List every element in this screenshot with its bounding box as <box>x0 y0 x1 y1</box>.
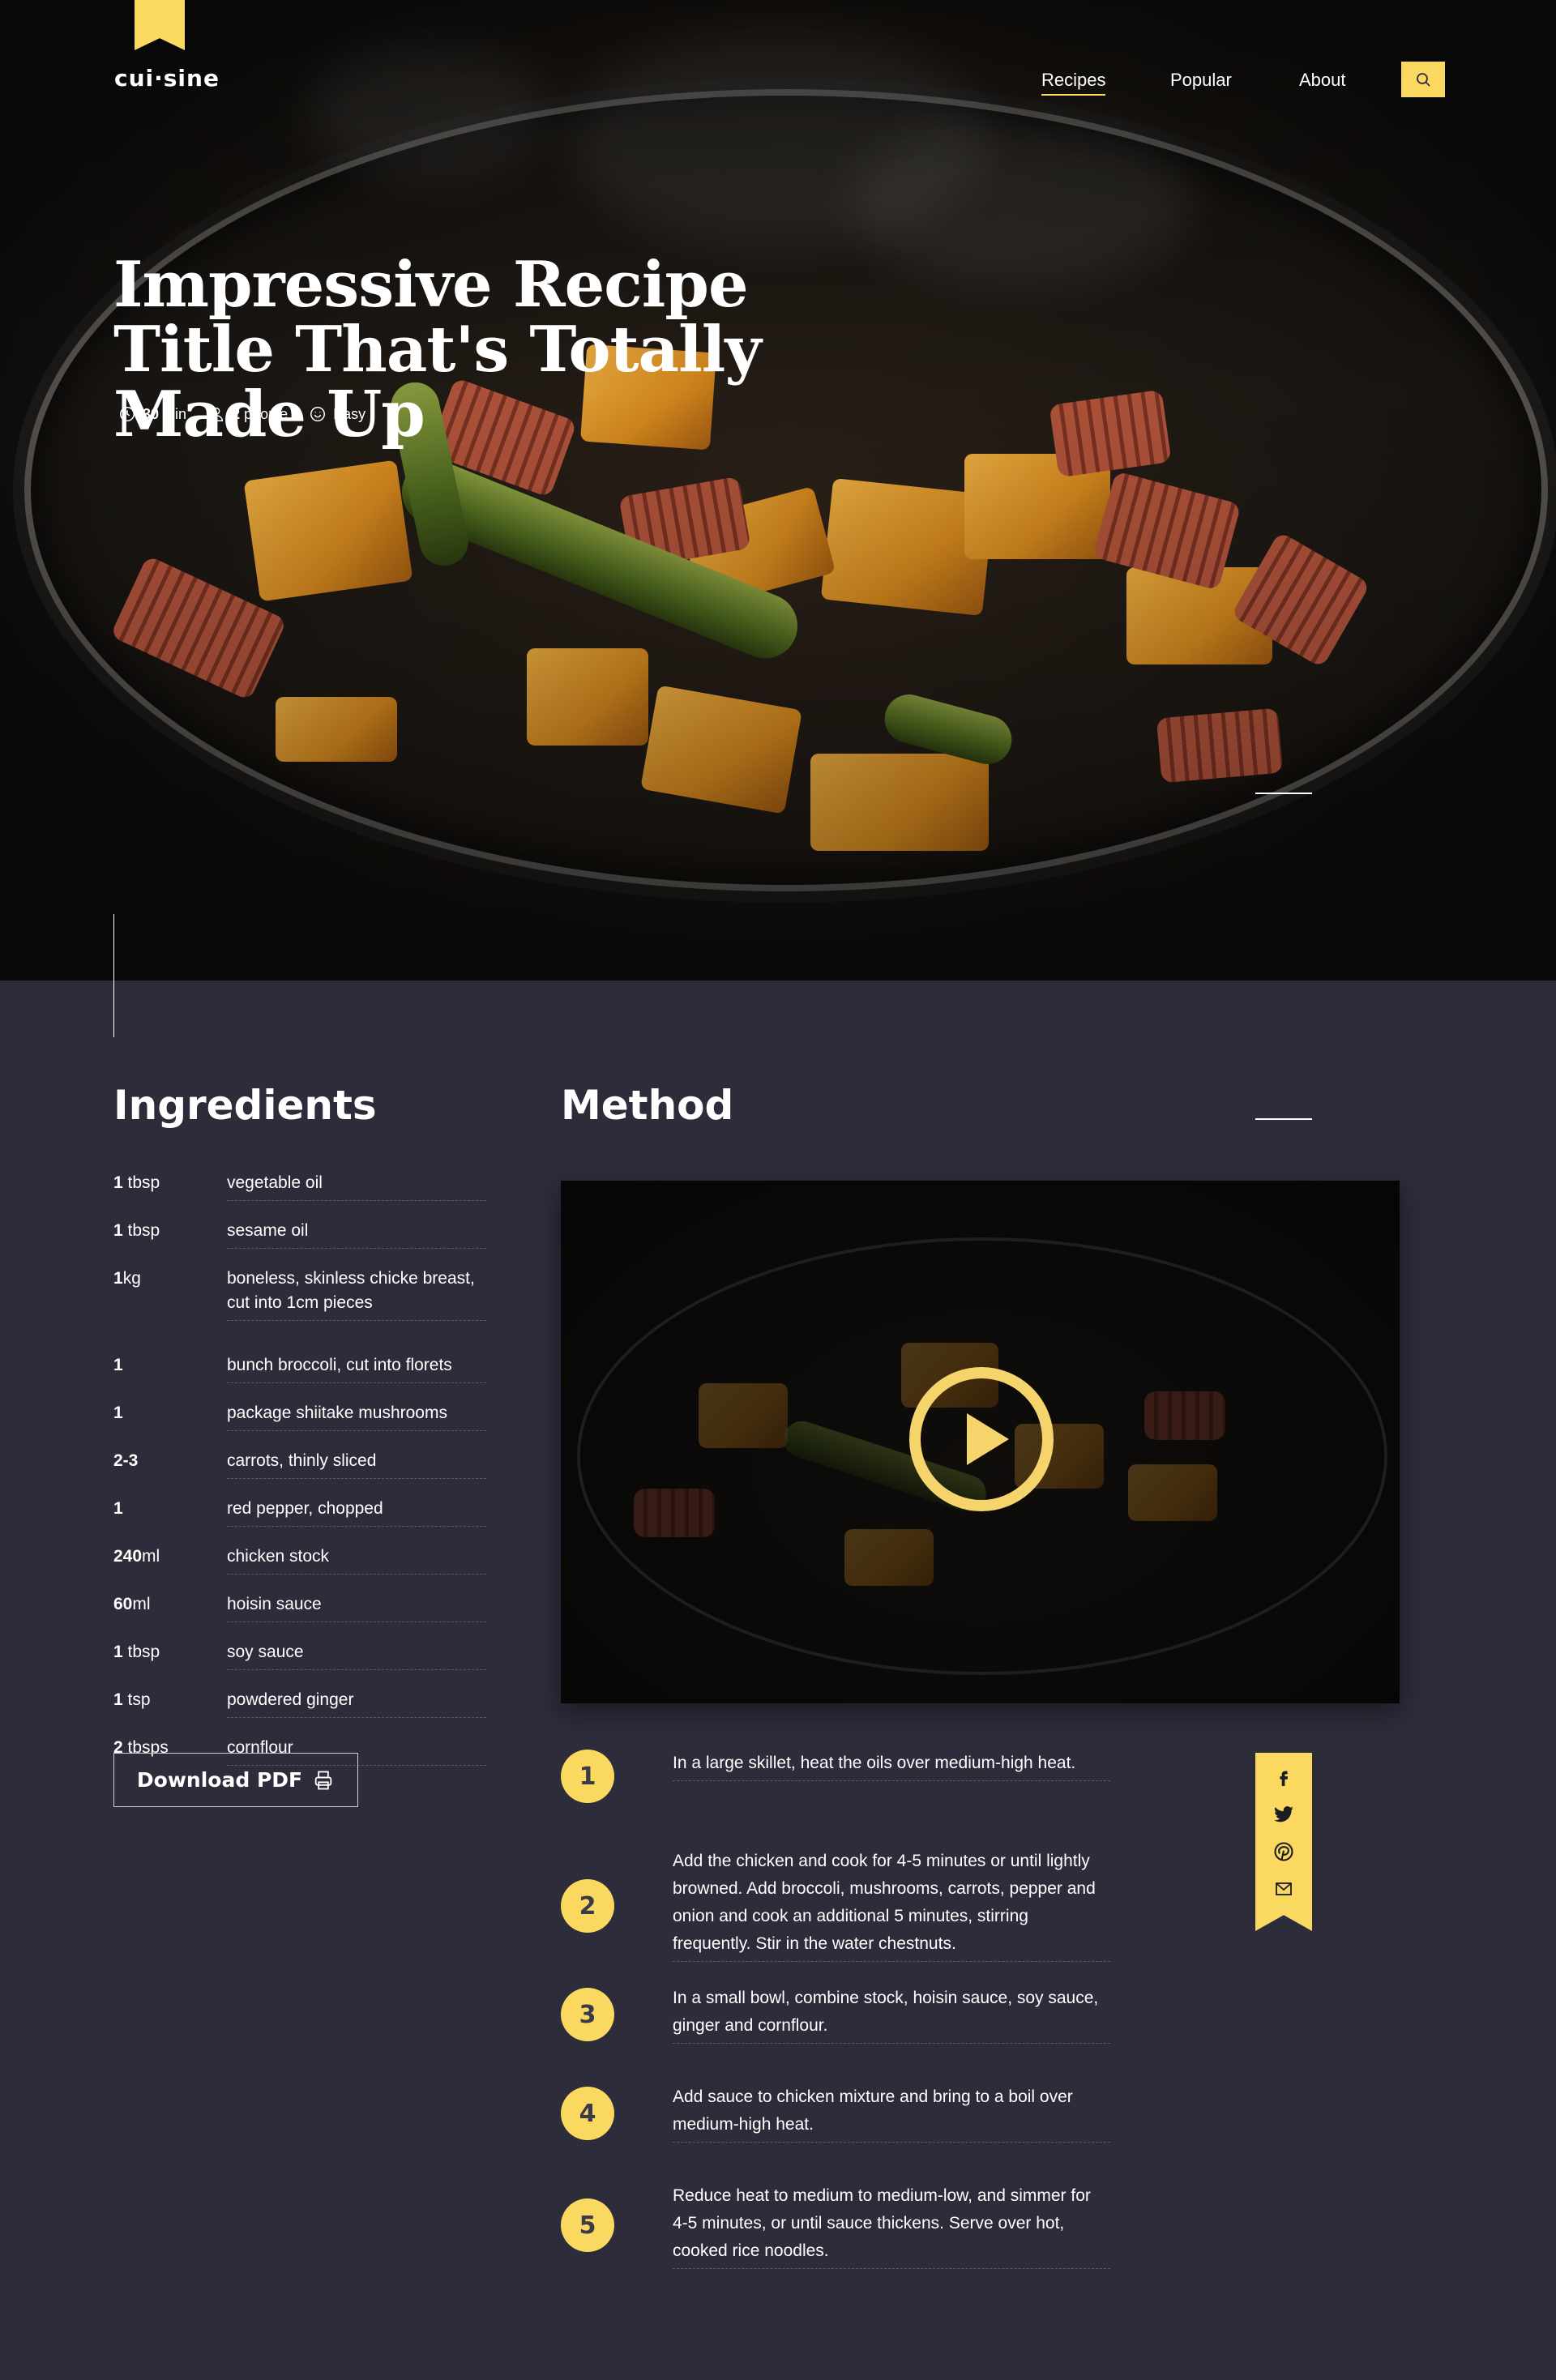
ingredient-name: red pepper, chopped <box>227 1497 486 1527</box>
meta-time: 30 min <box>118 405 186 423</box>
hero-section: cui·sine Recipes Popular About Impressiv… <box>0 0 1556 981</box>
step-number: 1 <box>561 1750 614 1803</box>
mail-icon[interactable] <box>1271 1876 1297 1902</box>
ingredient-row: 1 bunch broccoli, cut into florets <box>113 1353 486 1383</box>
people-unit: people <box>244 405 289 422</box>
ingredient-name: hoisin sauce <box>227 1592 486 1622</box>
ingredient-name: soy sauce <box>227 1640 486 1670</box>
ingredient-row: 60ml hoisin sauce <box>113 1592 486 1622</box>
pinterest-icon[interactable] <box>1271 1839 1297 1865</box>
method-step: 4 Add sauce to chicken mixture and bring… <box>561 2083 1112 2143</box>
nav-about[interactable]: About <box>1299 70 1346 91</box>
ingredient-name: chicken stock <box>227 1545 486 1575</box>
ingredient-row: 240ml chicken stock <box>113 1545 486 1575</box>
difficulty-label: Easy <box>333 405 366 422</box>
meta-difficulty: Easy <box>309 405 365 423</box>
search-button[interactable] <box>1401 62 1445 97</box>
ingredients-heading: Ingredients <box>113 1082 377 1129</box>
logo[interactable]: cui·sine <box>114 65 220 92</box>
method-step: 1 In a large skillet, heat the oils over… <box>561 1750 1112 1806</box>
method-heading: Method <box>561 1082 734 1129</box>
ingredient-row: 1 package shiitake mushrooms <box>113 1401 486 1431</box>
smile-icon <box>310 407 326 421</box>
ingredient-row: 1 tbsp sesame oil <box>113 1219 486 1249</box>
step-text: Reduce heat to medium to medium-low, and… <box>673 2182 1110 2269</box>
ingredient-name: powdered ginger <box>227 1688 486 1718</box>
ingredient-name: package shiitake mushrooms <box>227 1401 486 1431</box>
ingredient-row: 2-3 carrots, thinly sliced <box>113 1449 486 1479</box>
step-text: Add sauce to chicken mixture and bring t… <box>673 2083 1110 2143</box>
step-number: 5 <box>561 2198 614 2252</box>
ingredient-name: boneless, skinless chicke breast, cut in… <box>227 1267 486 1321</box>
step-text: In a large skillet, heat the oils over m… <box>673 1750 1110 1781</box>
time-unit: min <box>163 405 187 422</box>
meta-people: 2 people <box>207 405 288 423</box>
share-bar <box>1255 1753 1312 1931</box>
facebook-icon[interactable] <box>1271 1764 1297 1790</box>
printer-icon <box>314 1771 332 1789</box>
step-text: Add the chicken and cook for 4-5 minutes… <box>673 1848 1110 1962</box>
search-icon <box>1417 73 1430 87</box>
person-icon <box>209 407 224 421</box>
ingredient-name: carrots, thinly sliced <box>227 1449 486 1479</box>
step-number: 3 <box>561 1988 614 2041</box>
ingredient-name: bunch broccoli, cut into florets <box>227 1353 486 1383</box>
ingredient-name: vegetable oil <box>227 1171 486 1201</box>
vertical-divider <box>113 914 114 1037</box>
step-number: 2 <box>561 1879 614 1933</box>
method-step: 5 Reduce heat to medium to medium-low, a… <box>561 2182 1112 2271</box>
play-icon[interactable] <box>909 1367 1054 1511</box>
nav-recipes[interactable]: Recipes <box>1041 70 1106 96</box>
method-step: 3 In a small bowl, combine stock, hoisin… <box>561 1985 1112 2044</box>
method-divider <box>1255 1118 1312 1120</box>
time-value: 30 <box>143 405 160 422</box>
step-number: 4 <box>561 2087 614 2140</box>
ingredient-row: 1 tbsp soy sauce <box>113 1640 486 1670</box>
recipe-meta: 30 min 2 people Easy <box>118 405 365 423</box>
step-text: In a small bowl, combine stock, hoisin s… <box>673 1985 1110 2044</box>
ingredient-row: 1 tbsp vegetable oil <box>113 1171 486 1201</box>
ingredient-name: sesame oil <box>227 1219 486 1249</box>
download-pdf-label: Download PDF <box>136 1768 303 1792</box>
nav-popular[interactable]: Popular <box>1170 70 1232 91</box>
hero-divider <box>1255 793 1312 794</box>
ingredient-row: 1 tsp powdered ginger <box>113 1688 486 1718</box>
people-value: 2 <box>232 405 241 422</box>
recipe-video[interactable] <box>561 1181 1400 1703</box>
clock-icon <box>120 407 135 421</box>
ingredient-row: 1 red pepper, chopped <box>113 1497 486 1527</box>
method-step: 2 Add the chicken and cook for 4-5 minut… <box>561 1848 1112 1962</box>
ingredients-list: 1 tbsp vegetable oil 1 tbsp sesame oil 1… <box>113 1171 486 1766</box>
ingredient-row: 1kg boneless, skinless chicke breast, cu… <box>113 1267 486 1321</box>
download-pdf-button[interactable]: Download PDF <box>113 1753 358 1807</box>
twitter-icon[interactable] <box>1271 1801 1297 1827</box>
